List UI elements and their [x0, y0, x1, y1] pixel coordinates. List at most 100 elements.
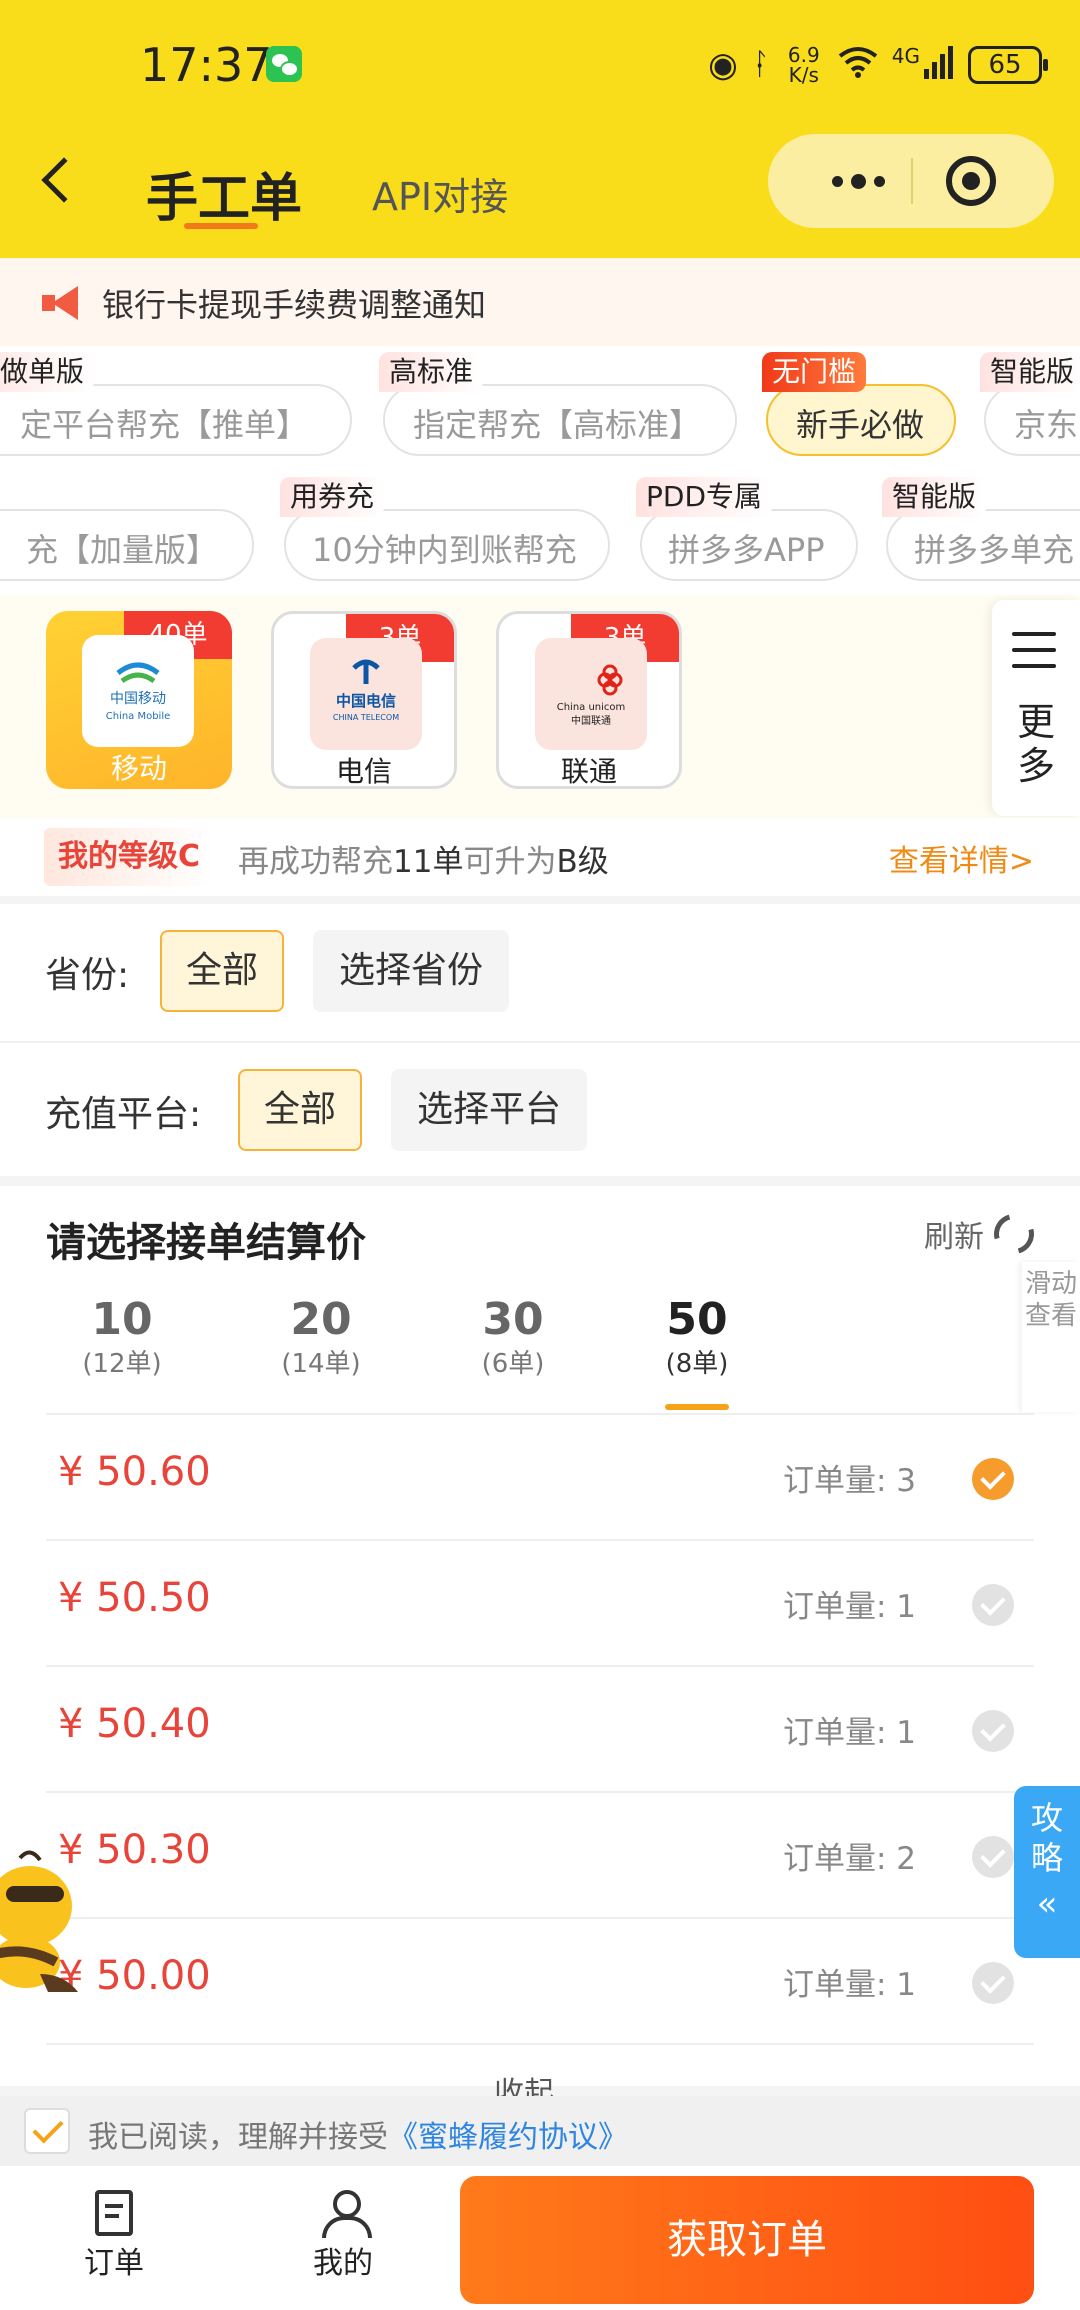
user-icon	[320, 2190, 372, 2238]
my-level-badge: 我的等级C	[44, 828, 215, 886]
operator-card-mobile[interactable]: 40单 中国移动 China Mobile 移动	[46, 611, 232, 789]
tag-coupon-charge[interactable]: 用券充 10分钟内到账帮充	[280, 477, 610, 581]
wifi-icon	[838, 46, 878, 84]
battery-indicator: 65	[968, 46, 1048, 84]
view-details-link[interactable]: 查看详情>	[889, 836, 1034, 880]
qty-value: 3	[896, 1463, 916, 1499]
tag-badge: 智能版	[882, 477, 987, 517]
operator-card-unicom[interactable]: 3单 China unicom 中国联通 联通	[496, 611, 682, 789]
price-row[interactable]: ¥ 50.60 订单量: 3	[46, 1415, 1034, 1541]
tag-high-standard[interactable]: 高标准 指定帮充【高标准】	[379, 352, 737, 456]
active-tab-indicator	[184, 223, 258, 229]
province-label: 省份:	[45, 955, 130, 996]
more-label: 更多	[1016, 700, 1055, 788]
more-options-icon[interactable]	[808, 134, 908, 228]
nav-orders[interactable]: 订单	[54, 2190, 174, 2282]
price-value: ¥ 50.50	[58, 1575, 211, 1621]
order-quantity: 订单量: 2	[783, 1833, 916, 1878]
tag-label: 指定帮充【高标准】	[413, 406, 702, 444]
settlement-price-card: 请选择接单结算价 刷新 滑动查看 10 (12单) 20 (14单) 30 (6…	[0, 1186, 1080, 2111]
tab-value: 30	[482, 1294, 544, 1345]
get-order-button[interactable]: 获取订单	[460, 2176, 1034, 2304]
check-circle-icon[interactable]	[972, 1458, 1014, 1500]
tag-jd[interactable]: 智能版 京东	[980, 352, 1080, 456]
logo-text-cn: 中国联通	[571, 714, 611, 727]
bluetooth-icon: ᛛ	[751, 47, 770, 82]
price-value: ¥ 50.40	[58, 1701, 211, 1747]
tab-count: (8单)	[665, 1349, 729, 1379]
tab-manual-orders[interactable]: 手工单	[146, 156, 302, 231]
price-row[interactable]: ¥ 50.40 订单量: 1	[46, 1667, 1034, 1793]
price-tab[interactable]: 20 (14单)	[256, 1294, 386, 1380]
level-text-target: B级	[556, 844, 609, 880]
tag-beginner[interactable]: 无门槛 新手必做	[762, 352, 956, 456]
tab-api[interactable]: API对接	[372, 166, 508, 221]
price-row[interactable]: ¥ 50.30 订单量: 2	[46, 1793, 1034, 1919]
select-platform-chip[interactable]: 选择平台	[391, 1069, 588, 1151]
wechat-notification-icon	[266, 46, 302, 82]
check-circle-icon[interactable]	[972, 1962, 1014, 2004]
logo-text-cn: 中国移动	[110, 691, 166, 707]
tag-pdd-smart[interactable]: 智能版 拼多多单充	[882, 477, 1080, 581]
check-circle-icon[interactable]	[972, 1584, 1014, 1626]
price-tab[interactable]: 10 (12单)	[57, 1294, 187, 1380]
operator-card-telecom[interactable]: 3单 中国电信 CHINA TELECOM 电信	[271, 611, 457, 789]
order-quantity: 订单量: 1	[783, 1581, 916, 1626]
close-miniprogram-icon[interactable]	[946, 156, 996, 206]
section-title: 请选择接单结算价	[46, 1220, 366, 1266]
qty-value: 2	[896, 1841, 916, 1877]
refresh-button[interactable]: 刷新	[924, 1206, 1042, 1262]
tab-value: 50	[666, 1294, 728, 1345]
back-arrow-icon[interactable]	[41, 157, 87, 203]
check-circle-icon[interactable]	[972, 1836, 1014, 1878]
tab-value: 10	[91, 1294, 153, 1345]
more-operators-button[interactable]: 更多	[992, 600, 1080, 816]
qty-label: 订单量:	[782, 1589, 887, 1625]
tag-label: 拼多多单充	[914, 531, 1075, 569]
agreement-bar: 我已阅读，理解并接受《蜜蜂履约协议》	[0, 2096, 1080, 2166]
level-text-mid: 可升为	[463, 844, 557, 880]
capsule-divider	[911, 158, 913, 204]
tag-extra-volume[interactable]: 充【加量版】	[0, 509, 254, 581]
price-tab[interactable]: 30 (6单)	[448, 1294, 578, 1380]
level-bar: 我的等级C 再成功帮充11单可升为B级 查看详情>	[0, 818, 1080, 896]
refresh-icon	[986, 1206, 1042, 1262]
select-province-chip[interactable]: 选择省份	[313, 930, 510, 1012]
agreement-text-main: 我已阅读，理解并接受	[88, 2120, 388, 2155]
tab-count: (6单)	[481, 1349, 545, 1379]
price-row[interactable]: ¥ 50.00 订单量: 1	[46, 1919, 1034, 2045]
tag-badge: 套做单版	[0, 352, 95, 392]
qty-label: 订单量:	[782, 1841, 887, 1877]
qty-label: 订单量:	[782, 1967, 887, 2003]
price-row[interactable]: ¥ 50.50 订单量: 1	[46, 1541, 1034, 1667]
active-tab-underline	[665, 1404, 729, 1410]
nav-mine[interactable]: 我的	[283, 2190, 403, 2282]
price-tab-active[interactable]: 50 (8单)	[632, 1294, 762, 1380]
province-all-chip[interactable]: 全部	[160, 930, 285, 1012]
guide-side-tab[interactable]: 攻略 «	[1014, 1786, 1080, 1958]
tag-badge: 智能版	[980, 352, 1080, 392]
nav-label: 我的	[313, 2246, 373, 2281]
agreement-checkbox[interactable]	[24, 2108, 70, 2154]
qty-label: 订单量:	[782, 1463, 887, 1499]
net-speed-unit: K/s	[788, 63, 819, 87]
platform-filter: 充值平台: 全部 选择平台	[0, 1041, 1080, 1171]
logo-text-en: China unicom	[557, 702, 626, 713]
tag-label: 拼多多APP	[668, 531, 825, 569]
notice-bar[interactable]: 银行卡提现手续费调整通知	[0, 258, 1080, 346]
china-unicom-logo: China unicom 中国联通	[535, 638, 647, 750]
province-filter: 省份: 全部 选择省份	[0, 904, 1080, 1034]
tag-push-order[interactable]: 套做单版 定平台帮充【推单】	[0, 352, 352, 456]
tag-badge: 无门槛	[762, 352, 867, 392]
status-icons: ◉ ᛛ 6.9 K/s 4G 65	[708, 40, 1048, 90]
bee-mascot-icon[interactable]	[0, 1846, 90, 1996]
bottom-nav: 订单 我的 获取订单	[0, 2166, 1080, 2310]
platform-all-chip[interactable]: 全部	[238, 1069, 363, 1151]
tab-value: 20	[290, 1294, 352, 1345]
eye-icon: ◉	[708, 45, 738, 85]
tab-count: (14单)	[281, 1349, 361, 1379]
tag-pdd-app[interactable]: PDD专属 拼多多APP	[636, 477, 858, 581]
order-quantity: 订单量: 3	[783, 1455, 916, 1500]
check-circle-icon[interactable]	[972, 1710, 1014, 1752]
agreement-link[interactable]: 《蜜蜂履约协议》	[388, 2120, 628, 2155]
